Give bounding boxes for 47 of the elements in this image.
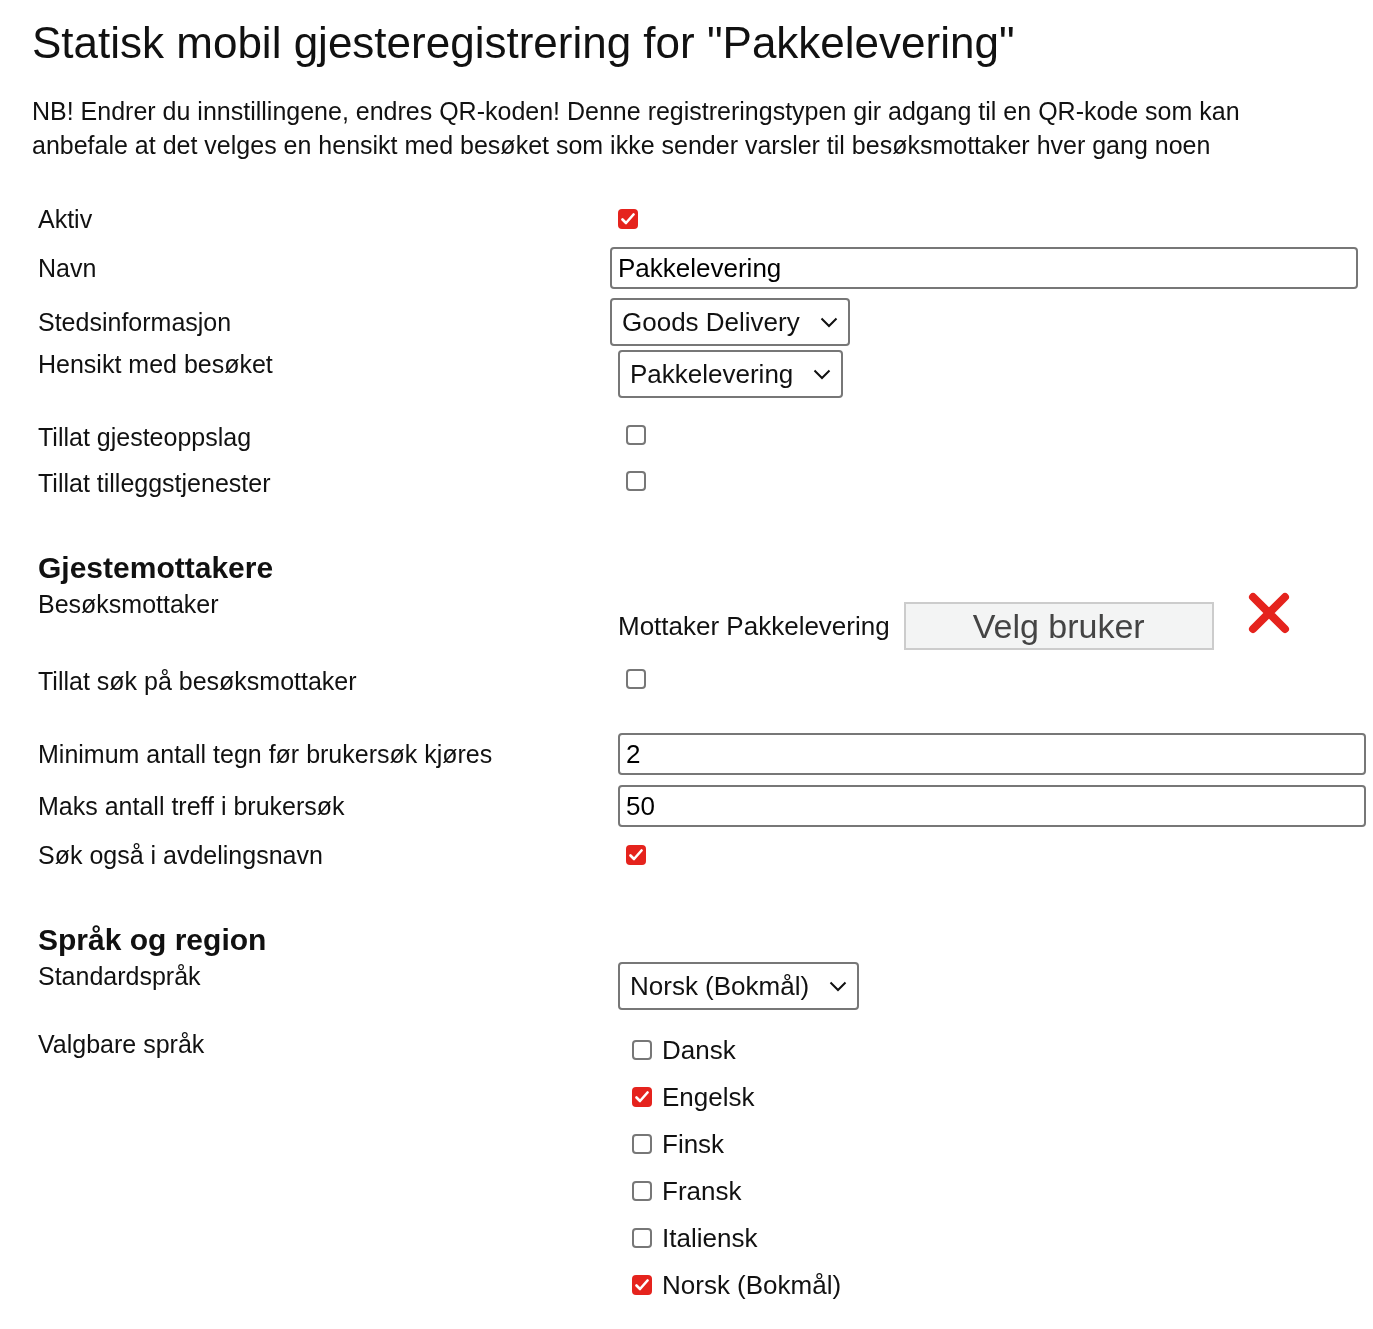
field-label: Valgbare språk <box>38 1030 205 1059</box>
field-label: Tillat søk på besøksmottaker <box>38 666 357 696</box>
dropdown-select[interactable]: Norsk (Bokmål) <box>618 962 860 1010</box>
field-label: Navn <box>38 253 97 283</box>
option-label: Fransk <box>662 1175 742 1207</box>
option-label: Italiensk <box>662 1222 758 1254</box>
text-field[interactable]: 50 <box>618 785 1366 827</box>
section-heading: Gjestemottakere <box>38 551 274 585</box>
select-user-button[interactable]: Velg bruker <box>903 602 1214 650</box>
chevron-down-icon <box>829 980 848 992</box>
field-label: Tillat gjesteoppslag <box>38 422 252 452</box>
option-label: Norsk (Bokmål) <box>662 1269 842 1301</box>
page-title: Statisk mobil gjesteregistrering for "Pakkelevering" <box>32 18 1016 68</box>
checkbox[interactable] <box>626 845 646 865</box>
checkbox[interactable] <box>632 1040 652 1060</box>
field-label: Tillat tilleggstjenester <box>38 468 271 498</box>
checkbox[interactable] <box>632 1134 652 1154</box>
text-field[interactable]: 2 <box>618 733 1366 775</box>
option-label: Finsk <box>662 1128 725 1160</box>
field-label: Hensikt med besøket <box>38 350 273 379</box>
field-label: Søk også i avdelingsnavn <box>38 840 323 870</box>
checkbox[interactable] <box>618 209 638 229</box>
dropdown-select[interactable]: Goods Delivery <box>610 298 850 346</box>
checkbox[interactable] <box>626 669 646 689</box>
field-label: Minimum antall tegn før brukersøk kjøres <box>38 739 493 769</box>
field-label: Standardspråk <box>38 962 201 991</box>
field-label: Aktiv <box>38 204 93 234</box>
checkbox[interactable] <box>632 1275 652 1295</box>
chevron-down-icon <box>819 316 838 328</box>
notice-text: NB! Endrer du innstillingene, endres QR-koden! Denne registreringstypen gir adgang til en QR-kode som kan <box>32 96 1241 127</box>
notice-text: anbefale at det velges en hensikt med besøket som ikke sender varsler til besøksmottaker hver gang noen <box>32 130 1212 161</box>
text-field[interactable]: Pakkelevering <box>610 247 1358 289</box>
dropdown-select[interactable]: Pakkelevering <box>618 350 844 398</box>
chevron-down-icon <box>813 368 832 380</box>
checkbox[interactable] <box>632 1181 652 1201</box>
checkbox[interactable] <box>632 1087 652 1107</box>
field-label: Maks antall treff i brukersøk <box>38 791 345 821</box>
close-icon[interactable] <box>1247 592 1290 634</box>
option-label: Engelsk <box>662 1081 755 1113</box>
option-label: Dansk <box>662 1034 736 1066</box>
section-heading: Språk og region <box>38 923 267 957</box>
recipient-label: Mottaker Pakkelevering <box>618 610 890 642</box>
field-label: Stedsinformasjon <box>38 307 232 337</box>
field-label: Besøksmottaker <box>38 590 219 619</box>
checkbox[interactable] <box>632 1228 652 1248</box>
checkbox[interactable] <box>626 425 646 445</box>
checkbox[interactable] <box>626 471 646 491</box>
